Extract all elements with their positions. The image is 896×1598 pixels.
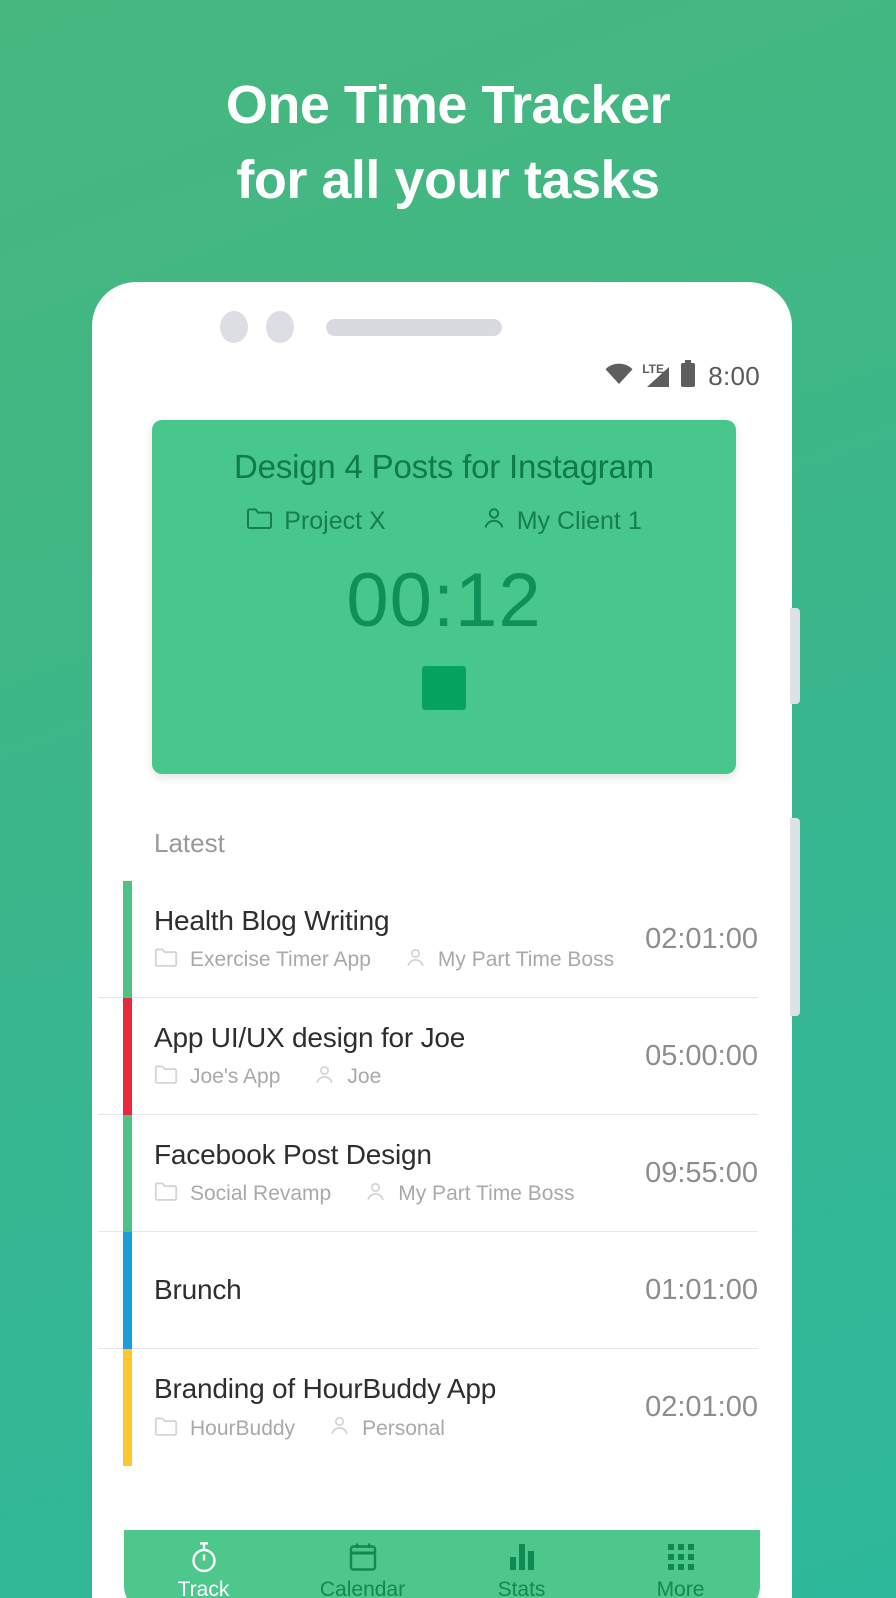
entry-client-label: Personal bbox=[362, 1416, 445, 1440]
entry-duration: 02:01:00 bbox=[645, 922, 758, 955]
entry-client: Personal bbox=[329, 1415, 445, 1442]
entry-meta: HourBuddy Personal bbox=[154, 1415, 633, 1442]
phone-bezel-top bbox=[98, 288, 786, 366]
entry-project-label: Social Revamp bbox=[190, 1182, 332, 1205]
active-task-meta: Project X My Client 1 bbox=[152, 506, 736, 537]
entry-project: HourBuddy bbox=[154, 1416, 295, 1442]
stopwatch-icon bbox=[189, 1541, 219, 1573]
phone-volume-button[interactable] bbox=[790, 608, 800, 704]
earpiece-speaker bbox=[326, 318, 502, 336]
wifi-icon bbox=[604, 363, 634, 390]
entry-client-label: Joe bbox=[347, 1065, 382, 1088]
list-item[interactable]: Health Blog Writing Exercise Timer App M… bbox=[98, 881, 786, 998]
status-bar-clock: 8:00 bbox=[708, 361, 760, 391]
active-task-client: My Client 1 bbox=[482, 506, 642, 537]
phone-power-button[interactable] bbox=[790, 818, 800, 1016]
lte-label: LTE bbox=[642, 361, 664, 376]
entry-title: Brunch bbox=[154, 1274, 242, 1305]
entry-color-bar bbox=[123, 881, 132, 998]
nav-label-stats: Stats bbox=[497, 1577, 546, 1598]
battery-icon bbox=[680, 360, 696, 393]
person-icon bbox=[482, 506, 506, 537]
nav-label-track: Track bbox=[177, 1577, 230, 1598]
entry-color-bar bbox=[123, 1232, 132, 1349]
entry-title: Facebook Post Design bbox=[154, 1138, 432, 1170]
folder-icon bbox=[154, 947, 178, 973]
nav-label-more: More bbox=[656, 1577, 705, 1598]
bar-chart-icon bbox=[509, 1541, 534, 1573]
headline-line-2: for all your tasks bbox=[236, 149, 660, 210]
nav-item-calendar[interactable]: Calendar bbox=[283, 1530, 442, 1598]
grid-icon bbox=[667, 1541, 694, 1573]
person-icon bbox=[365, 1181, 386, 1208]
person-icon bbox=[405, 947, 426, 974]
nav-item-track[interactable]: Track bbox=[124, 1530, 283, 1598]
front-camera-icon bbox=[220, 311, 248, 343]
bottom-navigation: Track Calendar Stats More bbox=[124, 1530, 760, 1598]
list-item[interactable]: App UI/UX design for Joe Joe's App Joe 0… bbox=[98, 998, 786, 1115]
entry-client: My Part Time Boss bbox=[365, 1181, 574, 1208]
active-task-client-label: My Client 1 bbox=[516, 507, 642, 535]
entry-project-label: HourBuddy bbox=[190, 1416, 296, 1440]
active-task-title: Design 4 Posts for Instagram bbox=[234, 448, 654, 485]
headline-line-1: One Time Tracker bbox=[225, 75, 671, 135]
entry-project-label: Exercise Timer App bbox=[190, 948, 371, 971]
stop-timer-button[interactable] bbox=[422, 666, 466, 710]
entry-client-label: My Part Time Boss bbox=[437, 948, 615, 971]
status-bar: LTE 8:00 bbox=[604, 360, 760, 393]
entry-title: App UI/UX design for Joe bbox=[154, 1021, 466, 1053]
nav-item-more[interactable]: More bbox=[601, 1530, 760, 1598]
person-icon bbox=[329, 1415, 350, 1442]
folder-icon bbox=[154, 1416, 178, 1442]
entry-color-bar bbox=[123, 1115, 132, 1232]
latest-entry-list: Health Blog Writing Exercise Timer App M… bbox=[98, 881, 786, 1466]
phone-screen: LTE 8:00 Design 4 Posts for Instagram Pr… bbox=[98, 288, 786, 1598]
calendar-icon bbox=[349, 1541, 377, 1573]
entry-title: Health Blog Writing bbox=[154, 904, 390, 936]
active-timer-card[interactable]: Design 4 Posts for Instagram Project X M… bbox=[152, 420, 736, 774]
active-task-project: Project X bbox=[246, 507, 386, 536]
entry-project: Social Revamp bbox=[154, 1181, 331, 1207]
entry-color-bar bbox=[123, 1349, 132, 1466]
list-item[interactable]: Branding of HourBuddy App HourBuddy Pers… bbox=[98, 1349, 786, 1466]
nav-item-stats[interactable]: Stats bbox=[442, 1530, 601, 1598]
timer-elapsed: 00:12 bbox=[346, 558, 542, 643]
entry-meta: Social Revamp My Part Time Boss bbox=[154, 1181, 633, 1208]
entry-duration: 01:01:00 bbox=[645, 1273, 758, 1306]
entry-project-label: Joe's App bbox=[190, 1065, 281, 1088]
person-icon bbox=[314, 1064, 335, 1091]
entry-duration: 09:55:00 bbox=[645, 1156, 758, 1189]
entry-duration: 02:01:00 bbox=[645, 1391, 758, 1423]
page-title: One Time Tracker for all your tasks bbox=[0, 68, 896, 217]
entry-title: Branding of HourBuddy App bbox=[154, 1373, 497, 1404]
folder-icon bbox=[154, 1064, 178, 1090]
nav-label-calendar: Calendar bbox=[319, 1577, 406, 1598]
folder-icon bbox=[154, 1181, 178, 1207]
entry-meta: Joe's App Joe bbox=[154, 1064, 633, 1091]
entry-color-bar bbox=[123, 998, 132, 1115]
latest-section-label: Latest bbox=[154, 828, 225, 858]
entry-duration: 05:00:00 bbox=[645, 1039, 758, 1072]
entry-client: My Part Time Boss bbox=[405, 947, 614, 974]
list-item[interactable]: Facebook Post Design Social Revamp My Pa… bbox=[98, 1115, 786, 1232]
entry-client: Joe bbox=[314, 1064, 381, 1091]
entry-project: Joe's App bbox=[154, 1064, 280, 1090]
proximity-sensor-icon bbox=[266, 311, 294, 343]
lte-signal-icon: LTE bbox=[642, 361, 671, 389]
entry-project: Exercise Timer App bbox=[154, 947, 371, 973]
list-item[interactable]: Brunch 01:01:00 bbox=[98, 1232, 786, 1349]
phone-mockup: LTE 8:00 Design 4 Posts for Instagram Pr… bbox=[92, 282, 800, 1598]
entry-client-label: My Part Time Boss bbox=[398, 1182, 575, 1205]
entry-meta: Exercise Timer App My Part Time Boss bbox=[154, 947, 633, 974]
active-task-project-label: Project X bbox=[284, 507, 386, 535]
folder-icon bbox=[246, 507, 273, 536]
